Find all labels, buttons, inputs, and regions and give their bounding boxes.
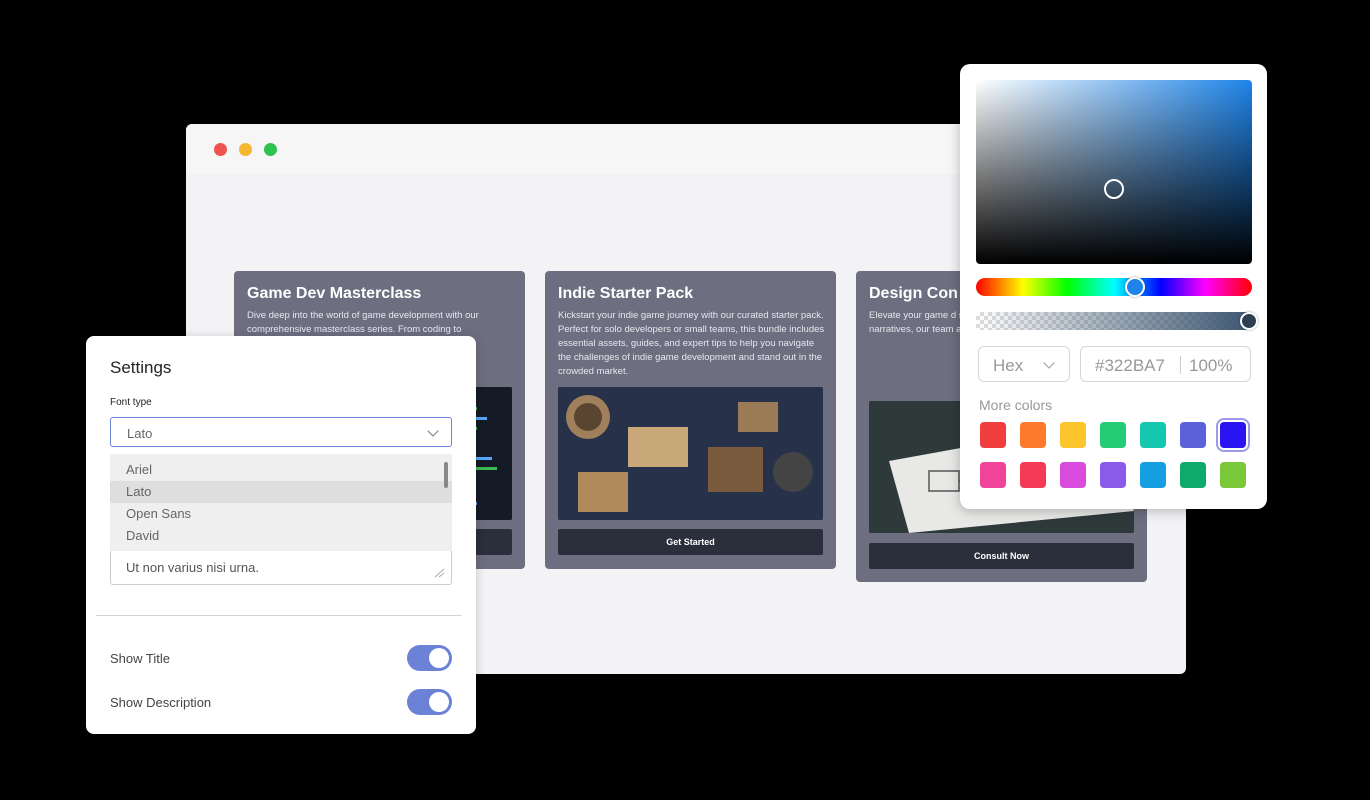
card-cta-button[interactable]: Get Started (558, 529, 823, 555)
font-option-ariel[interactable]: Ariel (110, 459, 452, 481)
saturation-handle[interactable] (1104, 179, 1124, 199)
alpha-handle[interactable] (1240, 312, 1258, 330)
hex-value: #322BA7 (1095, 356, 1165, 375)
resize-handle-icon[interactable] (433, 568, 445, 578)
chevron-down-icon (1043, 357, 1055, 369)
card-indie-starter-pack: Indie Starter Pack Kickstart your indie … (545, 271, 836, 569)
color-picker-panel: Hex #322BA7 100% More colors (960, 64, 1267, 509)
color-swatch[interactable] (980, 422, 1006, 448)
maximize-window-button[interactable] (264, 143, 277, 156)
toggle-knob (429, 692, 449, 712)
toggle-knob (429, 648, 449, 668)
font-option-open-sans[interactable]: Open Sans (110, 503, 452, 525)
font-option-lato[interactable]: Lato (110, 481, 452, 503)
color-format-value: Hex (993, 356, 1024, 375)
show-description-row: Show Description (110, 689, 452, 715)
separator (1180, 356, 1181, 374)
stage: Game Dev Masterclass Dive deep into the … (0, 0, 1370, 800)
font-type-dropdown: Ariel Lato Open Sans David (110, 454, 452, 552)
color-swatch[interactable] (1216, 418, 1250, 452)
font-type-select[interactable]: Lato (110, 417, 452, 447)
color-swatch[interactable] (1020, 422, 1046, 448)
card-image-puzzles (558, 387, 823, 520)
description-textarea[interactable]: Ut non varius nisi urna. (110, 551, 452, 585)
minimize-window-button[interactable] (239, 143, 252, 156)
show-description-label: Show Description (110, 695, 212, 710)
color-swatch[interactable] (1140, 462, 1166, 488)
color-swatch[interactable] (1180, 422, 1206, 448)
divider (96, 615, 462, 616)
alpha-slider[interactable] (976, 312, 1258, 330)
color-swatch[interactable] (1140, 422, 1166, 448)
show-title-toggle[interactable] (407, 645, 452, 671)
color-swatch[interactable] (1060, 462, 1086, 488)
color-swatch[interactable] (1180, 462, 1206, 488)
color-swatch[interactable] (1060, 422, 1086, 448)
settings-title: Settings (110, 358, 172, 377)
alpha-value: 100% (1189, 356, 1233, 375)
show-title-row: Show Title (110, 645, 452, 671)
hue-slider[interactable] (976, 277, 1252, 297)
close-window-button[interactable] (214, 143, 227, 156)
color-swatch[interactable] (1220, 462, 1246, 488)
show-title-label: Show Title (110, 651, 170, 666)
more-colors-label: More colors (979, 397, 1053, 413)
color-swatch[interactable] (1100, 462, 1126, 488)
font-type-value: Lato (127, 426, 153, 441)
card-description: Dive deep into the world of game develop… (247, 310, 479, 335)
card-description: Kickstart your indie game journey with o… (558, 310, 825, 377)
dropdown-scrollbar[interactable] (444, 462, 448, 488)
color-swatch[interactable] (980, 462, 1006, 488)
font-type-label: Font type (110, 397, 152, 408)
saturation-value-area[interactable] (976, 80, 1252, 264)
hue-handle[interactable] (1125, 277, 1145, 297)
show-description-toggle[interactable] (407, 689, 452, 715)
hex-input[interactable]: #322BA7 100% (1080, 346, 1251, 382)
card-title: Indie Starter Pack (558, 285, 694, 302)
font-option-david[interactable]: David (110, 525, 452, 547)
description-text: Ut non varius nisi urna. (126, 560, 259, 575)
card-cta-button[interactable]: Consult Now (869, 543, 1134, 569)
color-swatch[interactable] (1020, 462, 1046, 488)
card-title: Game Dev Masterclass (247, 285, 422, 302)
chevron-down-icon (427, 425, 439, 437)
settings-panel: Settings Font type Lato Ariel Lato Open … (86, 336, 476, 734)
color-format-select[interactable]: Hex (978, 346, 1070, 382)
color-swatch[interactable] (1100, 422, 1126, 448)
card-title: Design Con (869, 285, 958, 302)
